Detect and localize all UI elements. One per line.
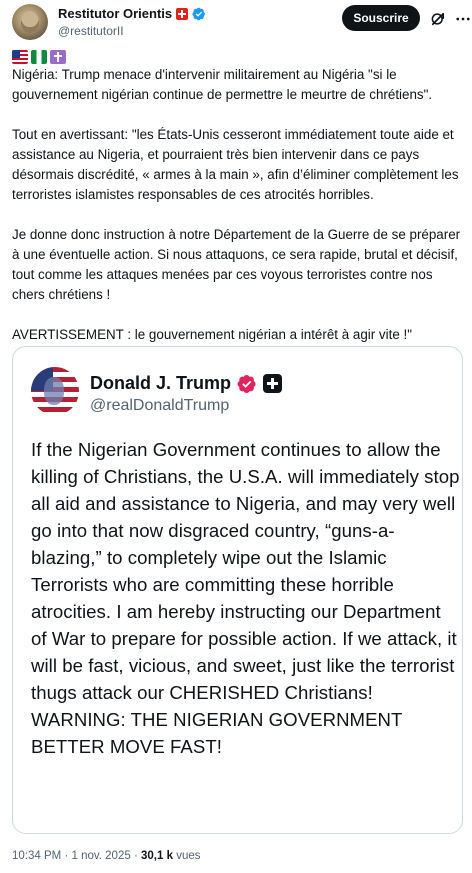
tweet-header: Restitutor Orientis @restitutorII Souscr…: [12, 4, 470, 40]
gold-badge-icon: [237, 374, 256, 393]
tweet-paragraph: Tout en avertissant: "les États-Unis ces…: [12, 127, 459, 202]
post-time[interactable]: 10:34 PM: [12, 850, 61, 862]
quoted-name-row: Donald J. Trump: [90, 373, 283, 394]
quoted-handle[interactable]: @realDonaldTrump: [90, 397, 229, 415]
tweet-body: Nigéria: Trump menace d'intervenir milit…: [12, 65, 462, 365]
tweet-paragraph: Je donne donc instruction à notre Départ…: [12, 227, 461, 302]
quoted-author-avatar[interactable]: [31, 367, 79, 415]
quoted-display-name[interactable]: Donald J. Trump: [90, 373, 231, 394]
author-name-row: Restitutor Orientis: [58, 6, 206, 21]
quoted-post-card[interactable]: Donald J. Trump @realDonaldTrump If the …: [12, 346, 463, 834]
swiss-flag-icon: [176, 7, 189, 20]
more-icon[interactable]: [454, 10, 472, 28]
author-handle[interactable]: @restitutorII: [58, 24, 124, 38]
verified-badge-icon: [192, 7, 206, 20]
meta-separator: ·: [133, 850, 138, 862]
meta-separator: ·: [64, 850, 69, 862]
premium-plus-icon: [263, 374, 283, 393]
quoted-post-text: If the Nigerian Government continues to …: [31, 439, 460, 757]
subscribe-button[interactable]: Souscrire: [342, 5, 420, 31]
author-avatar[interactable]: [12, 4, 48, 40]
tweet-paragraph: AVERTISSEMENT : le gouvernement nigérian…: [12, 327, 412, 342]
post-meta: 10:34 PM · 1 nov. 2025 · 30,1 k vues: [12, 850, 200, 862]
us-flag-icon: [12, 50, 28, 64]
tweet-paragraph: Nigéria: Trump menace d'intervenir milit…: [12, 67, 433, 102]
views-label: vues: [176, 850, 201, 862]
nigeria-flag-icon: [31, 50, 47, 64]
views-count[interactable]: 30,1 k: [141, 850, 173, 862]
post-date[interactable]: 1 nov. 2025: [71, 850, 130, 862]
grok-icon[interactable]: [429, 10, 447, 28]
author-display-name[interactable]: Restitutor Orientis: [58, 6, 172, 21]
latin-cross-icon: [50, 50, 66, 64]
emoji-flags: [12, 50, 66, 64]
